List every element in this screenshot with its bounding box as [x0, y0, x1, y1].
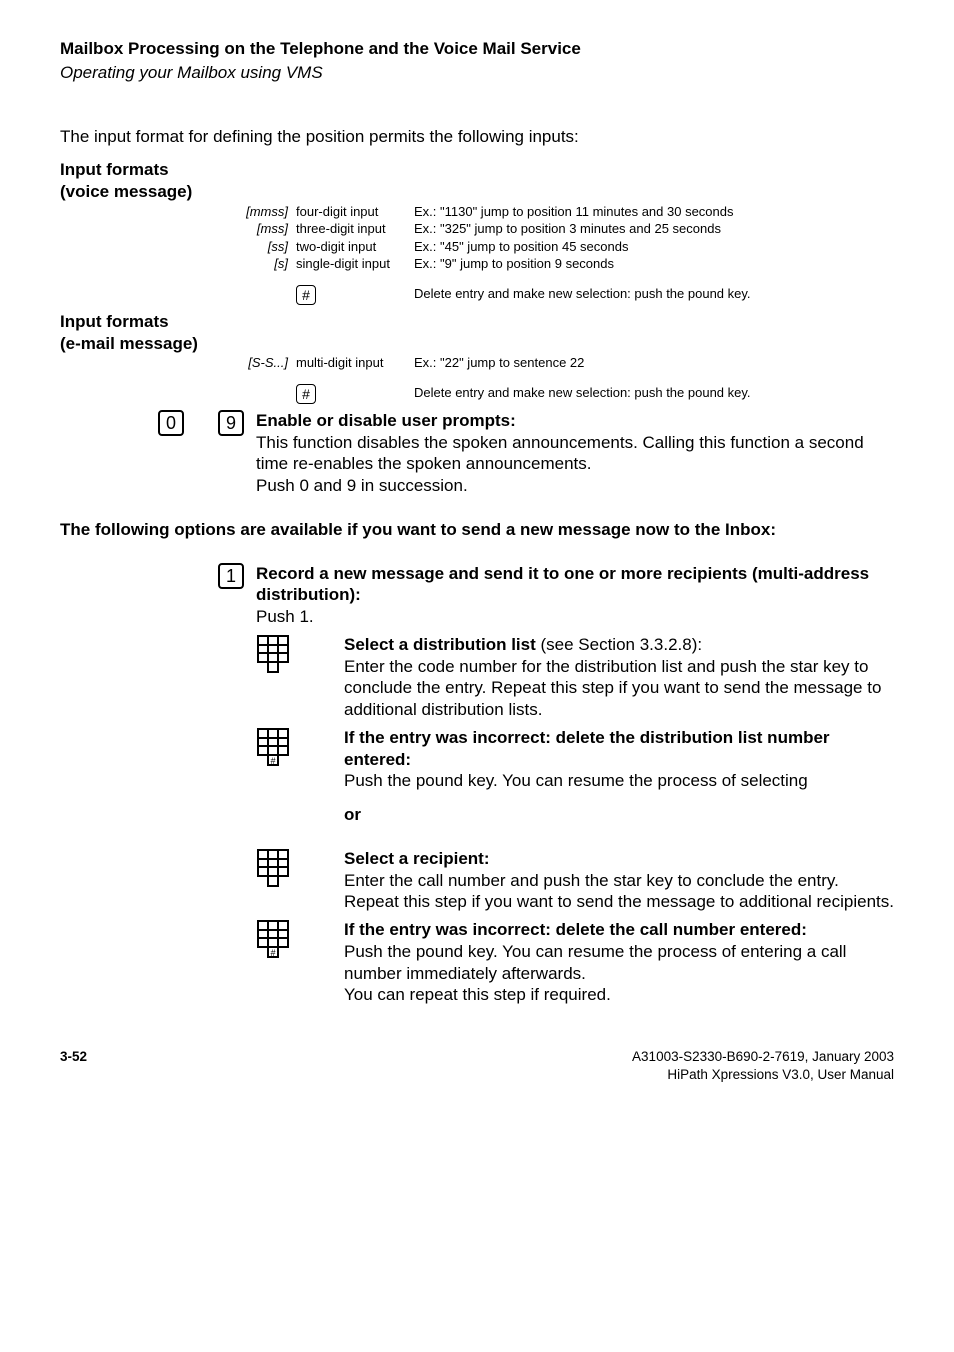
key-1-icon: 1: [218, 563, 244, 589]
email-row-tag: [S-S...]: [248, 355, 288, 370]
email-row-ex: Ex.: "22" jump to sentence 22: [414, 354, 894, 372]
opt1-row: 1 Record a new message and send it to on…: [60, 563, 894, 628]
del-dist-body: Push the pound key. You can resume the p…: [344, 771, 808, 790]
keypad-icon: [256, 634, 292, 676]
voice-row-0-tag: [mmss]: [246, 204, 288, 219]
enable-disable-title: Enable or disable user prompts:: [256, 411, 516, 430]
enable-disable-row: 0 9 Enable or disable user prompts: This…: [60, 410, 894, 497]
voice-row-0-ex: Ex.: "1130" jump to position 11 minutes …: [414, 203, 894, 221]
section-title: Mailbox Processing on the Telephone and …: [60, 38, 894, 60]
page-footer: 3-52 A31003-S2330-B690-2-7619, January 2…: [60, 1048, 894, 1083]
pound-key-icon: #: [296, 285, 316, 305]
voice-delete-text: Delete entry and make new selection: pus…: [414, 285, 894, 305]
voice-row-2-tag: [ss]: [268, 239, 288, 254]
doc-title: HiPath Xpressions V3.0, User Manual: [632, 1066, 894, 1083]
voice-row-2: [ss] two-digit input Ex.: "45" jump to p…: [60, 238, 894, 256]
select-recip-title: Select a recipient:: [344, 849, 490, 868]
voice-row-1: [mss] three-digit input Ex.: "325" jump …: [60, 220, 894, 238]
select-recipient-row: Select a recipient: Enter the call numbe…: [60, 848, 894, 913]
email-heading-line2: (e-mail message): [60, 333, 894, 355]
key-0-icon: 0: [158, 410, 184, 436]
or-row: or: [60, 804, 894, 826]
del-recip-title: If the entry was incorrect: delete the c…: [344, 920, 807, 939]
email-row-label: multi-digit input: [296, 354, 414, 372]
voice-row-3: [s] single-digit input Ex.: "9" jump to …: [60, 255, 894, 273]
voice-row-1-tag: [mss]: [257, 221, 288, 236]
voice-row-0-label: four-digit input: [296, 203, 414, 221]
options-heading: The following options are available if y…: [60, 519, 894, 541]
keypad-pound-icon: #: [256, 919, 292, 961]
doc-id: A31003-S2330-B690-2-7619, January 2003: [632, 1048, 894, 1065]
voice-row-3-ex: Ex.: "9" jump to position 9 seconds: [414, 255, 894, 273]
svg-text:#: #: [270, 948, 275, 958]
keypad-icon: [256, 848, 292, 890]
voice-row-1-ex: Ex.: "325" jump to position 3 minutes an…: [414, 220, 894, 238]
opt1-push: Push 1.: [256, 607, 314, 626]
select-dist-body: Enter the code number for the distributi…: [344, 657, 881, 720]
voice-delete-row: # Delete entry and make new selection: p…: [60, 285, 894, 305]
email-heading-line1: Input formats: [60, 311, 894, 333]
enable-disable-body1: This function disables the spoken announ…: [256, 433, 864, 474]
del-dist-title: If the entry was incorrect: delete the d…: [344, 728, 830, 769]
section-subtitle: Operating your Mailbox using VMS: [60, 62, 894, 84]
del-recip-body2: You can repeat this step if required.: [344, 985, 611, 1004]
enable-disable-body2: Push 0 and 9 in succession.: [256, 476, 468, 495]
voice-row-3-label: single-digit input: [296, 255, 414, 273]
key-9-icon: 9: [218, 410, 244, 436]
voice-row-2-label: two-digit input: [296, 238, 414, 256]
intro-text: The input format for defining the positi…: [60, 126, 894, 148]
voice-heading-line2: (voice message): [60, 181, 894, 203]
voice-row-2-ex: Ex.: "45" jump to position 45 seconds: [414, 238, 894, 256]
email-delete-text: Delete entry and make new selection: pus…: [414, 384, 894, 404]
voice-row-3-tag: [s]: [274, 256, 288, 271]
svg-text:#: #: [270, 756, 275, 766]
select-recip-body: Enter the call number and push the star …: [344, 871, 894, 912]
delete-recipient-row: # If the entry was incorrect: delete the…: [60, 919, 894, 1006]
or-label: or: [344, 805, 361, 824]
select-dist-title: Select a distribution list: [344, 635, 536, 654]
email-delete-row: # Delete entry and make new selection: p…: [60, 384, 894, 404]
delete-distribution-row: # If the entry was incorrect: delete the…: [60, 727, 894, 792]
page-number: 3-52: [60, 1048, 87, 1083]
pound-key-icon: #: [296, 384, 316, 404]
del-recip-body: Push the pound key. You can resume the p…: [344, 942, 846, 983]
opt1-title: Record a new message and send it to one …: [256, 564, 869, 605]
keypad-pound-icon: #: [256, 727, 292, 769]
voice-row-1-label: three-digit input: [296, 220, 414, 238]
email-row: [S-S...] multi-digit input Ex.: "22" jum…: [60, 354, 894, 372]
voice-row-0: [mmss] four-digit input Ex.: "1130" jump…: [60, 203, 894, 221]
select-dist-title-suffix: (see Section 3.3.2.8):: [536, 635, 702, 654]
select-distribution-row: Select a distribution list (see Section …: [60, 634, 894, 721]
voice-heading-line1: Input formats: [60, 159, 894, 181]
